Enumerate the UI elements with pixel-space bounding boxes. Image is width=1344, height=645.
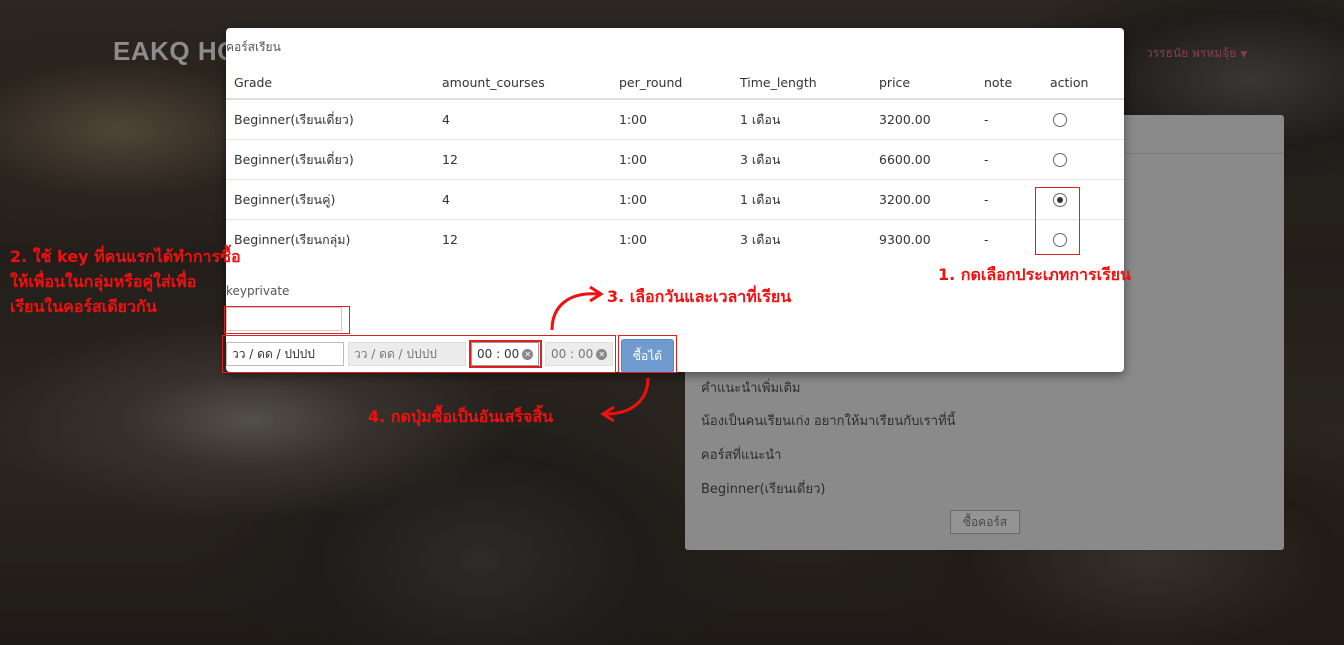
- annotation-arrows: [550, 285, 650, 423]
